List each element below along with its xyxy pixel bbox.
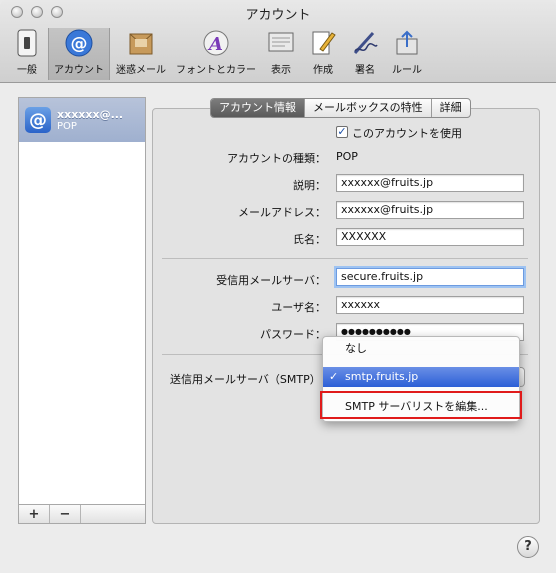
preferences-toolbar: 一般 @ アカウント 迷惑メール A フォントとカラー 表示 作成 署名 ルール [6, 28, 428, 80]
email-address-label: メールアドレス： [238, 206, 326, 219]
checkmark-icon: ✓ [329, 370, 339, 383]
toolbar-area: アカウント 一般 @ アカウント 迷惑メール A フォントとカラー 表示 作成 … [0, 0, 556, 83]
tab-mailbox-behaviors[interactable]: メールボックスの特性 [305, 99, 432, 117]
incoming-server-label: 受信用メールサーバ： [216, 274, 326, 287]
toolbar-composing[interactable]: 作成 [302, 28, 344, 80]
password-label: パスワード： [260, 328, 326, 341]
toolbar-junk-mail[interactable]: 迷惑メール [110, 28, 172, 80]
full-name-label: 氏名： [293, 233, 326, 246]
toolbar-fonts-colors[interactable]: A フォントとカラー [172, 28, 260, 80]
window-title: アカウント [245, 8, 311, 23]
toolbar-accounts[interactable]: @ アカウント [48, 28, 110, 80]
username-field[interactable]: xxxxxx [336, 296, 524, 314]
description-field[interactable]: xxxxxx@fruits.jp [336, 174, 524, 192]
account-list-item[interactable]: @ xxxxxx@... POP [19, 98, 145, 142]
add-account-button[interactable]: + [19, 505, 50, 523]
toolbar-label: 作成 [313, 65, 333, 76]
svg-text:A: A [207, 34, 223, 55]
signature-icon [350, 28, 380, 58]
preferences-window: アカウント 一般 @ アカウント 迷惑メール A フォントとカラー 表示 作成 … [0, 0, 556, 573]
username-label: ユーザ名： [271, 301, 326, 314]
account-list-footer: + − [19, 504, 145, 523]
description-label: 説明： [293, 179, 326, 192]
toolbar-label: 一般 [17, 65, 37, 76]
toolbar-general[interactable]: 一般 [6, 28, 48, 80]
enable-account-label: このアカウントを使用 [352, 127, 462, 140]
account-type-label: アカウントの種類： [227, 152, 326, 165]
help-button[interactable]: ? [517, 536, 539, 558]
toolbar-label: 表示 [271, 65, 291, 76]
toolbar-label: 署名 [355, 65, 375, 76]
toolbar-label: 迷惑メール [116, 65, 166, 76]
switch-icon [12, 28, 42, 58]
account-type: POP [57, 121, 77, 132]
email-address-field[interactable]: xxxxxx@fruits.jp [336, 201, 524, 219]
tab-advanced[interactable]: 詳細 [432, 99, 470, 117]
account-name: xxxxxx@... [57, 108, 124, 121]
settings-tabs: アカウント情報 メールボックスの特性 詳細 [210, 98, 471, 118]
remove-account-button[interactable]: − [50, 505, 81, 523]
rules-icon [392, 28, 422, 58]
account-type-value: POP [336, 150, 358, 163]
smtp-server-label: 送信用メールサーバ（SMTP） [170, 373, 321, 386]
menu-item-label: smtp.fruits.jp [345, 370, 419, 383]
svg-text:@: @ [71, 34, 88, 54]
menu-item-smtp-server[interactable]: ✓ smtp.fruits.jp [323, 367, 519, 387]
incoming-server-field[interactable]: secure.fruits.jp [336, 268, 524, 286]
tab-account-info[interactable]: アカウント情報 [211, 99, 305, 117]
enable-account-checkbox[interactable]: ✓ [336, 126, 348, 138]
account-settings-panel [152, 108, 540, 524]
toolbar-label: フォントとカラー [176, 65, 256, 76]
highlight-box [320, 391, 522, 419]
toolbar-label: ルール [392, 65, 422, 76]
toolbar-label: アカウント [54, 65, 104, 76]
full-name-field[interactable]: XXXXXX [336, 228, 524, 246]
display-icon [266, 28, 296, 58]
toolbar-rules[interactable]: ルール [386, 28, 428, 80]
at-sign-icon: @ [64, 28, 94, 58]
account-list: @ xxxxxx@... POP + − [18, 97, 146, 524]
menu-item-none[interactable]: なし [323, 339, 519, 359]
junk-mail-icon [126, 28, 156, 58]
compose-icon [308, 28, 338, 58]
font-color-icon: A [201, 28, 231, 58]
at-sign-icon: @ [25, 107, 51, 133]
section-divider [162, 258, 528, 259]
toolbar-signatures[interactable]: 署名 [344, 28, 386, 80]
toolbar-viewing[interactable]: 表示 [260, 28, 302, 80]
